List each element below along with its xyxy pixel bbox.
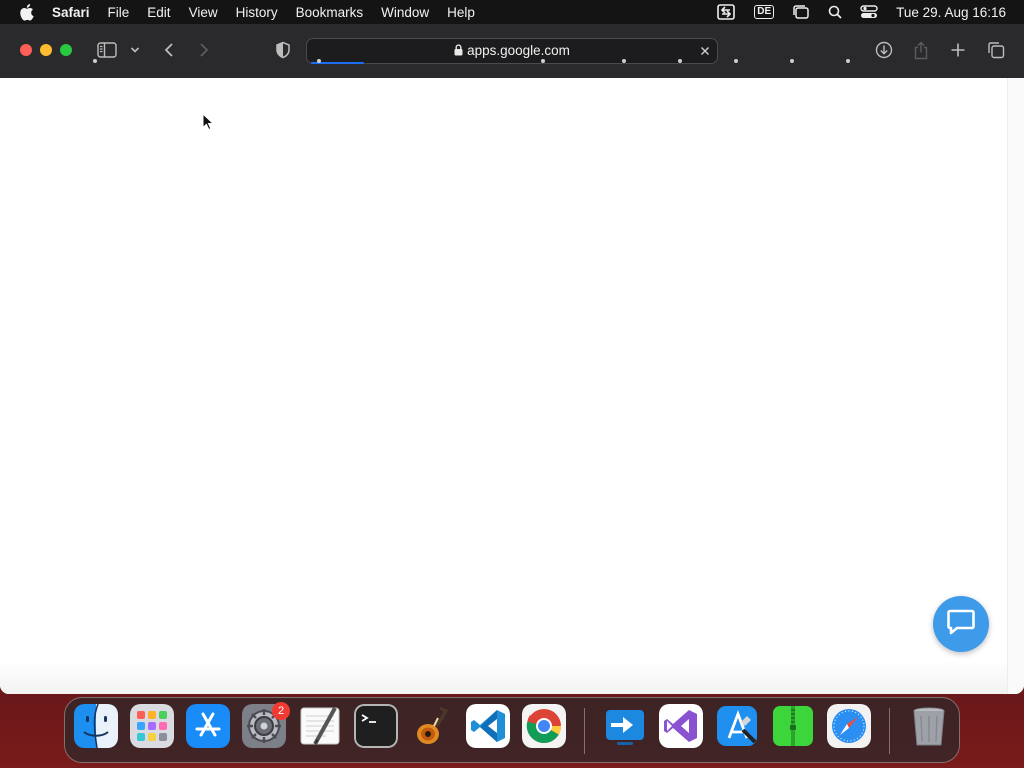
dock — [64, 697, 960, 763]
dock-textedit-icon[interactable] — [298, 704, 342, 748]
spotlight-search-icon[interactable] — [828, 5, 842, 19]
menu-clock[interactable]: Tue 29. Aug 16:16 — [896, 5, 1006, 20]
dock-safari-icon[interactable] — [827, 704, 871, 748]
running-indicator — [790, 59, 794, 63]
mouse-pointer-icon — [202, 112, 215, 136]
running-indicator — [678, 59, 682, 63]
new-tab-icon[interactable] — [947, 39, 969, 61]
dock-chrome-icon[interactable] — [522, 704, 566, 748]
dock-app-store-icon[interactable] — [186, 704, 230, 748]
dock-trash-icon[interactable] — [907, 704, 951, 748]
menu-window[interactable]: Window — [381, 5, 429, 20]
share-icon[interactable] — [910, 39, 932, 61]
address-bar[interactable]: apps.google.com — [306, 38, 718, 64]
dock-garageband-icon[interactable] — [410, 704, 454, 748]
dock-launchpad-icon[interactable] — [130, 704, 174, 748]
running-indicator — [317, 59, 321, 63]
running-indicator — [622, 59, 626, 63]
dock-separator — [889, 708, 890, 754]
downloads-icon[interactable] — [873, 39, 895, 61]
chat-bubble-icon — [946, 608, 976, 641]
menu-history[interactable]: History — [236, 5, 278, 20]
running-indicator — [846, 59, 850, 63]
dock-remote-desktop-icon[interactable] — [603, 704, 647, 748]
lock-icon — [454, 40, 463, 64]
dock-finder-icon[interactable] — [74, 704, 118, 748]
back-button[interactable] — [158, 39, 180, 61]
vertical-scrollbar[interactable] — [1007, 78, 1024, 694]
menu-bar: Safari File Edit View History Bookmarks … — [0, 0, 1024, 24]
privacy-shield-icon[interactable] — [272, 39, 294, 61]
address-text-wrap: apps.google.com — [307, 39, 717, 63]
chat-support-button[interactable] — [933, 596, 989, 652]
menu-file[interactable]: File — [108, 5, 130, 20]
dock-xcode-instruments-icon[interactable] — [715, 704, 759, 748]
sidebar-toggle-icon[interactable] — [96, 39, 118, 61]
control-center-icon[interactable] — [860, 5, 878, 19]
safari-window: apps.google.com — [0, 24, 1024, 694]
dock-vscode-icon[interactable] — [466, 704, 510, 748]
status-area: DE Tue 29. Aug 16:16 — [698, 0, 1006, 24]
tab-overview-icon[interactable] — [985, 39, 1007, 61]
screen-share-icon[interactable] — [716, 3, 736, 21]
web-page-content — [0, 78, 1008, 694]
running-indicator — [93, 59, 97, 63]
dock-archive-utility-icon[interactable] — [771, 704, 815, 748]
stop-loading-icon[interactable] — [697, 43, 713, 59]
notification-badge: 2 — [272, 702, 290, 720]
menu-items: Safari File Edit View History Bookmarks … — [52, 5, 493, 20]
minimize-window-button[interactable] — [40, 44, 52, 56]
menu-bookmarks[interactable]: Bookmarks — [296, 5, 364, 20]
chevron-down-icon[interactable] — [125, 39, 145, 61]
window-switch-icon[interactable] — [792, 4, 810, 20]
input-language-indicator[interactable]: DE — [754, 5, 775, 19]
address-url: apps.google.com — [467, 43, 570, 58]
menu-view[interactable]: View — [189, 5, 218, 20]
apple-menu-icon[interactable] — [0, 3, 52, 21]
dock-separator — [584, 708, 585, 754]
zoom-window-button[interactable] — [60, 44, 72, 56]
page-bottom-shade — [0, 660, 1008, 694]
dock-terminal-icon[interactable] — [354, 704, 398, 748]
menu-edit[interactable]: Edit — [147, 5, 170, 20]
running-indicator — [541, 59, 545, 63]
forward-button[interactable] — [193, 39, 215, 61]
browser-toolbar: apps.google.com — [0, 24, 1024, 79]
dock-visual-studio-icon[interactable] — [659, 704, 703, 748]
menu-app-name[interactable]: Safari — [52, 5, 90, 20]
menu-help[interactable]: Help — [447, 5, 475, 20]
running-indicator — [734, 59, 738, 63]
close-window-button[interactable] — [20, 44, 32, 56]
